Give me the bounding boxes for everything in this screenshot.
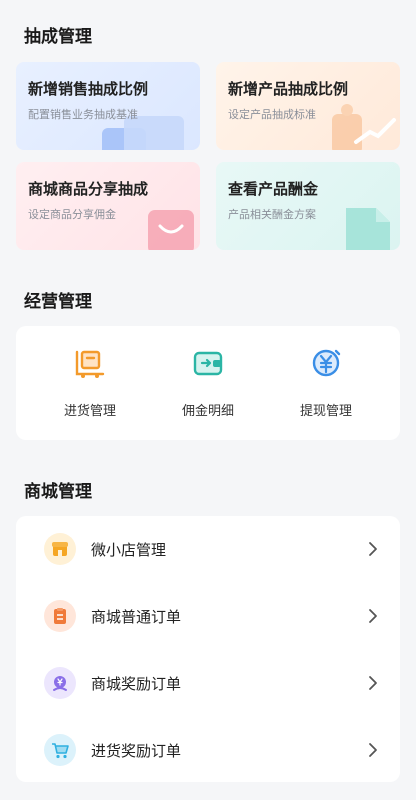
purchase-management-button[interactable]: 进货管理 [26, 346, 154, 419]
purchase-reward-orders-label: 进货奖励订单 [91, 743, 182, 760]
business-section-title: 经营管理 [24, 292, 92, 311]
purchase-management-label: 进货管理 [63, 403, 116, 418]
mall-product-share-commission-card[interactable]: 商城商品分享抽成 设定商品分享佣金 [16, 162, 200, 250]
cart-icon [44, 734, 76, 766]
commission-details-label: 佣金明细 [181, 403, 234, 418]
card-title: 新增销售抽成比例 [28, 81, 149, 98]
mall-section-title: 商城管理 [24, 482, 92, 501]
micro-store-management-item[interactable]: 微小店管理 [16, 516, 400, 582]
mall-reward-orders-label: 商城奖励订单 [91, 676, 182, 693]
clipboard-icon [44, 600, 76, 632]
card-subtitle: 设定商品分享佣金 [28, 209, 116, 221]
card-title: 新增产品抽成比例 [228, 81, 349, 98]
chevron-right-icon [369, 542, 377, 556]
add-sales-commission-card[interactable]: 新增销售抽成比例 配置销售业务抽成基准 [16, 62, 200, 150]
reward-icon [44, 667, 76, 699]
commission-details-button[interactable]: 佣金明细 [144, 346, 272, 419]
wallet-icon [193, 351, 223, 376]
mall-regular-orders-label: 商城普通订单 [91, 609, 182, 626]
micro-store-management-label: 微小店管理 [91, 542, 167, 559]
mall-reward-orders-item[interactable]: 商城奖励订单 [16, 650, 400, 716]
card-subtitle: 配置销售业务抽成基准 [28, 109, 138, 121]
add-product-commission-card[interactable]: 新增产品抽成比例 设定产品抽成标准 [216, 62, 400, 150]
store-icon [44, 533, 76, 565]
purchase-reward-orders-item[interactable]: 进货奖励订单 [16, 717, 400, 783]
withdrawal-management-button[interactable]: 提现管理 [262, 346, 390, 419]
chevron-right-icon [369, 743, 377, 757]
chevron-right-icon [369, 609, 377, 623]
chevron-right-icon [369, 676, 377, 690]
mall-panel: 微小店管理 商城普通订单 商城奖励订单 进货奖励订单 [16, 516, 400, 782]
view-product-reward-card[interactable]: 查看产品酬金 产品相关酬金方案 [216, 162, 400, 250]
card-subtitle: 产品相关酬金方案 [228, 209, 316, 221]
card-subtitle: 设定产品抽成标准 [228, 109, 316, 121]
card-title: 商城商品分享抽成 [28, 181, 149, 198]
card-title: 查看产品酬金 [228, 181, 319, 198]
mall-regular-orders-item[interactable]: 商城普通订单 [16, 583, 400, 649]
business-panel: 进货管理 佣金明细 提现管理 [16, 326, 400, 440]
yuan-icon [312, 349, 341, 377]
commission-section-title: 抽成管理 [24, 27, 92, 46]
warehouse-icon [75, 350, 105, 378]
withdrawal-management-label: 提现管理 [299, 403, 352, 418]
